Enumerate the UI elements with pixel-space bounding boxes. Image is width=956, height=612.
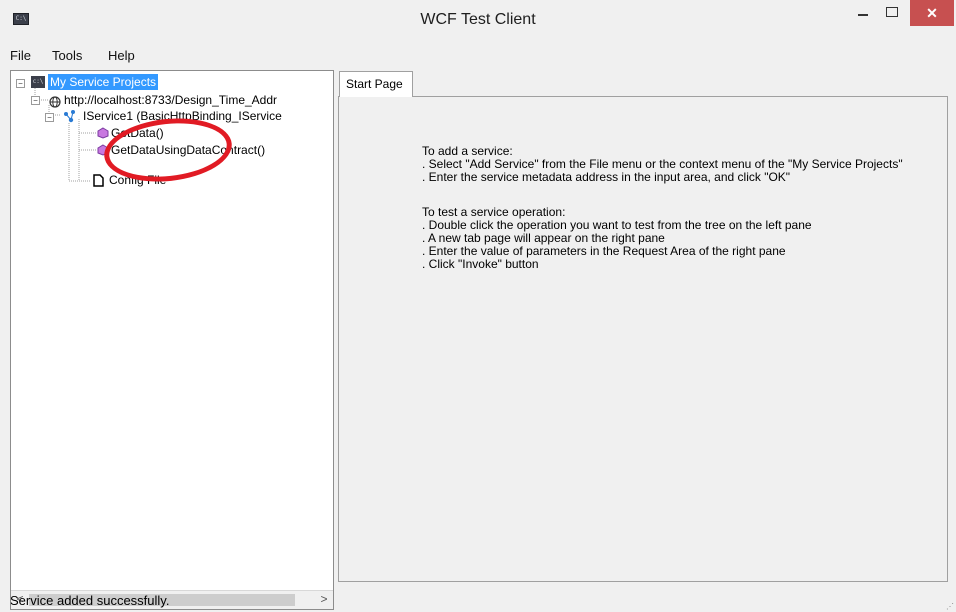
tree-item-getdatausingdatacontract[interactable]: GetDataUsingDataContract() — [111, 143, 265, 157]
console-icon: c:\ — [31, 76, 45, 88]
expand-endpoint-toggle[interactable]: − — [31, 96, 40, 105]
tree-lines — [34, 88, 97, 182]
operation-icon — [97, 127, 109, 139]
menu-tools[interactable]: Tools — [52, 48, 82, 63]
title-bar: C:\ WCF Test Client ✕ — [0, 0, 956, 38]
close-button[interactable]: ✕ — [910, 0, 954, 26]
menu-file[interactable]: File — [10, 48, 31, 63]
maximize-button[interactable] — [878, 0, 906, 26]
tree-item-getdata[interactable]: GetData() — [111, 126, 164, 140]
instruction-line: . Enter the service metadata address in … — [422, 170, 791, 184]
tree-item-my-service-projects[interactable]: My Service Projects — [48, 74, 159, 90]
tab-area: Start Page To add a service: . Select "A… — [338, 70, 950, 608]
resize-grip-icon[interactable]: ⋰ — [946, 602, 954, 611]
menu-bar: File Tools Help — [0, 42, 956, 68]
contract-icon — [63, 109, 77, 123]
file-icon — [93, 174, 104, 187]
globe-icon — [49, 96, 61, 108]
minimize-button[interactable] — [850, 0, 874, 26]
menu-help[interactable]: Help — [108, 48, 135, 63]
operation-icon — [97, 144, 109, 156]
tab-start-page[interactable]: Start Page — [339, 71, 413, 97]
minimize-icon — [858, 14, 868, 16]
tree-item-config-file[interactable]: Config File — [109, 173, 166, 187]
tree-item-endpoint[interactable]: http://localhost:8733/Design_Time_Addr — [64, 93, 277, 107]
tree-item-contract[interactable]: IService1 (BasicHttpBinding_IService — [83, 109, 282, 123]
service-tree[interactable]: − c:\ My Service Projects − http://local… — [10, 70, 334, 610]
status-bar: Service added successfully. ⋰ — [0, 588, 956, 612]
maximize-icon — [886, 7, 898, 17]
instruction-line: . Click "Invoke" button — [422, 257, 539, 271]
start-page-content: To add a service: . Select "Add Service"… — [338, 96, 948, 582]
window-title: WCF Test Client — [420, 11, 536, 28]
status-text: Service added successfully. — [10, 593, 170, 608]
expand-contract-toggle[interactable]: − — [45, 113, 54, 122]
expand-root-toggle[interactable]: − — [16, 79, 25, 88]
